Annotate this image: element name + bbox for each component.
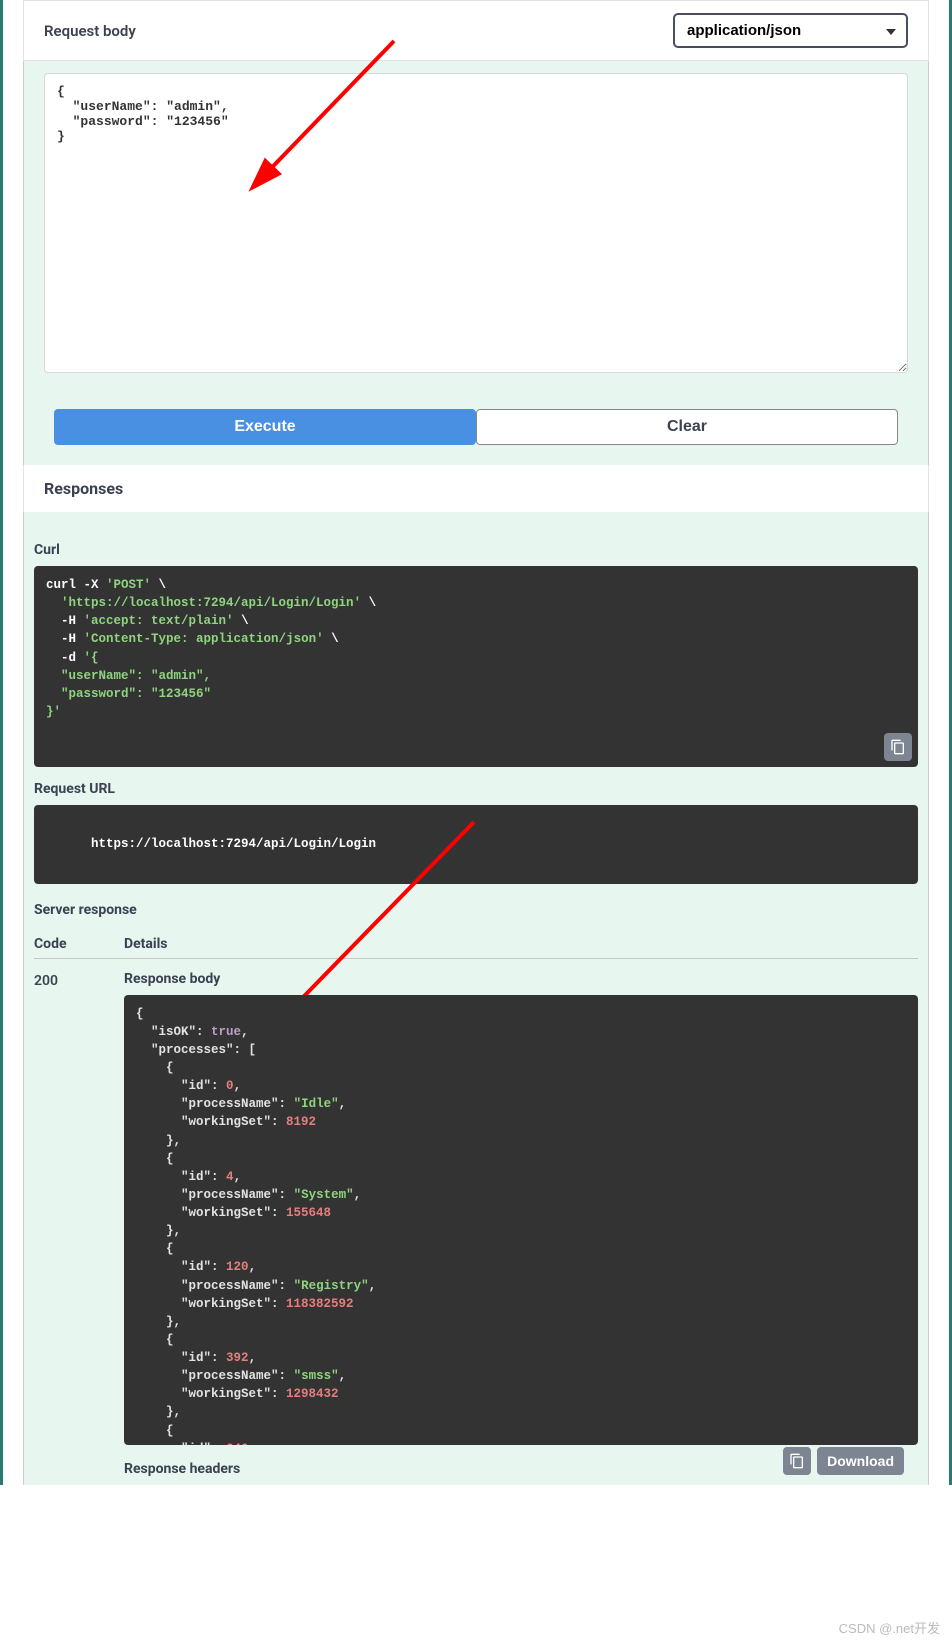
response-status-code: 200: [34, 971, 124, 989]
request-url-label: Request URL: [34, 781, 918, 797]
clipboard-icon: [789, 1453, 805, 1469]
execute-button[interactable]: Execute: [54, 409, 476, 445]
clear-button[interactable]: Clear: [476, 409, 898, 445]
copy-response-button[interactable]: [783, 1447, 811, 1475]
code-column-header: Code: [34, 936, 124, 952]
request-url-block: https://localhost:7294/api/Login/Login: [34, 805, 918, 883]
server-response-label: Server response: [34, 902, 918, 918]
content-type-select-wrap: application/json: [673, 13, 908, 48]
curl-block: curl -X 'POST' \ 'https://localhost:7294…: [34, 566, 918, 767]
clipboard-icon: [890, 739, 906, 755]
download-button[interactable]: Download: [817, 1447, 904, 1475]
details-column-header: Details: [124, 936, 918, 952]
request-body-label: Request body: [44, 22, 136, 40]
responses-title: Responses: [23, 465, 929, 512]
curl-label: Curl: [34, 542, 918, 558]
response-body-label: Response body: [124, 971, 918, 987]
watermark: CSDN @.net开发: [839, 1618, 940, 1637]
response-body-block[interactable]: { "isOK": true, "processes": [ { "id": 0…: [124, 995, 918, 1445]
request-body-header: Request body application/json: [23, 0, 929, 61]
request-url-value: https://localhost:7294/api/Login/Login: [91, 837, 376, 851]
response-row: 200 Response body { "isOK": true, "proce…: [34, 971, 918, 1485]
content-type-select[interactable]: application/json: [673, 13, 908, 48]
copy-curl-button[interactable]: [884, 733, 912, 761]
request-body-textarea[interactable]: [44, 73, 908, 373]
response-table-header: Code Details: [34, 926, 918, 959]
